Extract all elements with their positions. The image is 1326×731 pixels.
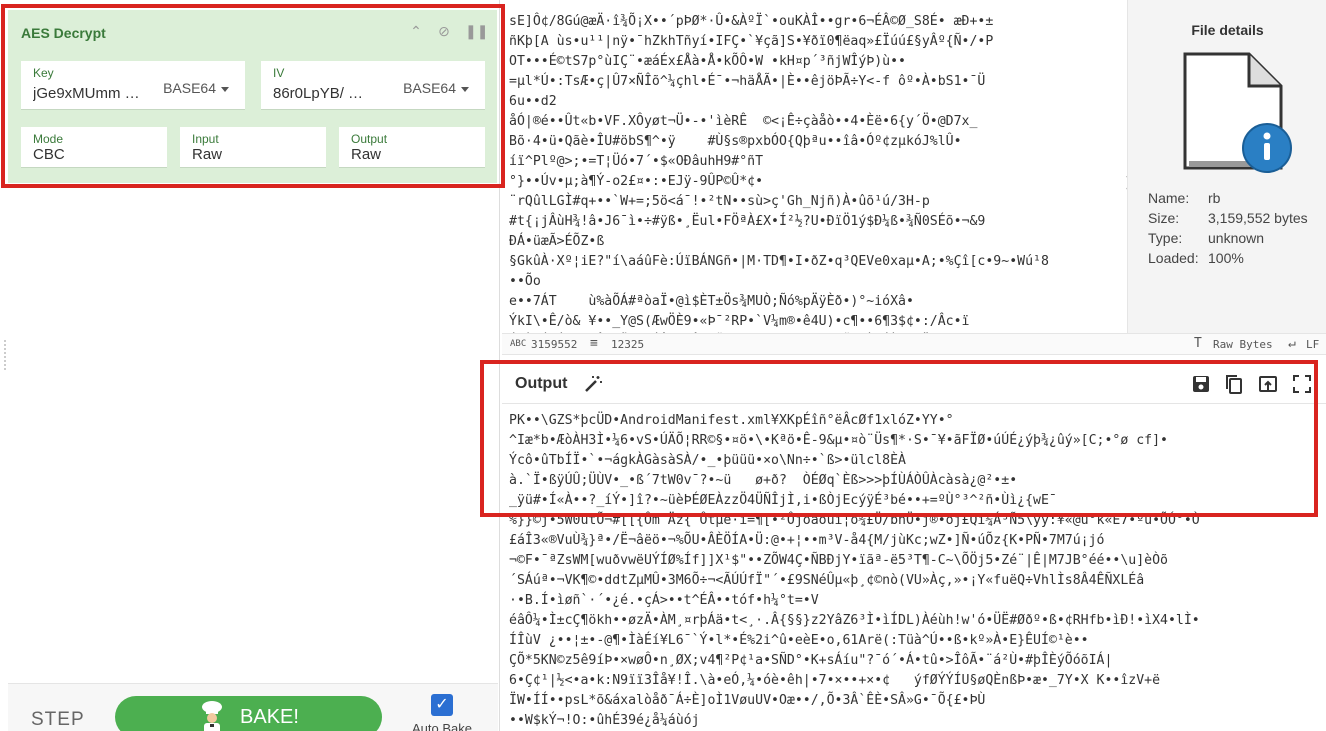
output-line: ••W$kÝ¬!O:•ûhÉ39é¿å¼áùój: [509, 713, 700, 728]
input-line: Bõ·4•ü•Qãè•ÎU#öbS¶^•ÿ #Ù§s®pxbÓO{Qþªu••î…: [509, 134, 962, 149]
text-format-icon[interactable]: T: [1194, 336, 1202, 351]
lines-icon: ≡: [590, 336, 598, 351]
recipe-panel: AES Decrypt ⌃ ⊘ ❚❚ Key jGe9xMUmm … BASE6…: [0, 0, 505, 731]
input-line: °}••Úv•µ;à¶Ý-o2£¤•:•EJÿ-9ÛP©Û*¢•: [509, 174, 764, 189]
input-text[interactable]: sE]Ô¢/8Gú@æÄ·î¾Õ¡X••´pÞØ*·Û•&ÀºÏ`•ouKÀÎ•…: [509, 12, 1049, 333]
input-line: §GkûÀ·Xº¦iE?"í\aáûFè:ÚïBÁNGñ•|M·TD¶•I•ðZ…: [509, 254, 1049, 269]
detail-name: Name: rb: [1148, 190, 1221, 206]
resize-handle[interactable]: [4, 340, 7, 370]
input-line: OT•••É©tS7p°ùIÇ¨•æáÉx£Åà•Å•kÕÔ•W •kH¤p´³…: [509, 54, 906, 69]
return-icon[interactable]: ↵: [1288, 336, 1296, 351]
detail-type: Type: unknown: [1148, 230, 1265, 246]
input-line: ñKþ[A ùs•u¹¹|nÿ•¯hZkhTñyí•IFÇ•`¥çã]S•¥ðï…: [509, 34, 994, 49]
input-line: ¨rQûlLGÌ#q+••`W+=;5ö<á¯!•²tN••sù>ç'Gh_Nj…: [509, 194, 930, 209]
input-line: ÝkI\•Ê/ò& ¥••_Y@S(ÆwÖÈ9•«Þ¯²RP•`V¼m®•ê4U…: [509, 314, 970, 329]
input-lines: 12325: [611, 338, 645, 351]
autobake-checkbox[interactable]: ✓: [431, 694, 453, 716]
bake-button[interactable]: BAKE!: [115, 696, 382, 731]
output-line: ·•B.Í•ìøñ`·´•¿é.•çÁ>••t^ÉÂ••tóf•h¼°t=•V: [509, 593, 819, 608]
input-pane[interactable]: sE]Ô¢/8Gú@æÄ·î¾Õ¡X••´pÞØ*·Û•&ÀºÏ`•ouKÀÎ•…: [502, 0, 1127, 333]
eol-label[interactable]: LF: [1306, 338, 1319, 351]
chef-icon: [202, 701, 223, 731]
output-line: £áÎ3«®VuÙ¾}ª•/Ë¬âëö•¬%ÕU•ÂÈÖÍA•Ü:@•+¦••m…: [509, 533, 1105, 548]
input-status-bar: ABC 3159552 ≡ 12325 T Raw Bytes ↵ LF: [502, 333, 1326, 355]
operation-highlight: [1, 4, 505, 188]
output-line: ÏW•ÍÍ••psL*õ&áxalòåð¯Á÷È]oÌ1VøuUV•Oæ••/,…: [509, 693, 986, 708]
input-line: e••7ÁT ù%àÕÁ#ªòaÏ•@ì$ÈT±Ös¾MUÒ;Ñó%pÄÿÈð•…: [509, 294, 914, 309]
input-line: sE]Ô¢/8Gú@æÄ·î¾Õ¡X••´pÞØ*·Û•&ÀºÏ`•ouKÀÎ•…: [509, 14, 994, 29]
file-details-title: File details: [1191, 22, 1264, 38]
raw-bytes-label[interactable]: Raw Bytes: [1213, 338, 1273, 351]
detail-size: Size: 3,159,552 bytes: [1148, 210, 1308, 226]
output-line: ¬©F•¯ªZsWM[wuðvwëUÝÍØ%Íf]]X¹$"••ZÕW4Ç•ÑB…: [509, 553, 1168, 568]
output-line: ÍÎùV ¿••¦±•-@¶•ÌàÉí¥L6¯`Ý•l*•É%2i^û•eèE•…: [509, 633, 1089, 648]
input-length: 3159552: [531, 338, 578, 351]
output-line: 6•Ç¢¹|½<•a•k:N9ïï3Îå¥!Î.\à•eÓ,¼•óè•êh|•7…: [509, 673, 1161, 688]
output-line: ÇÕ*5KN©z5ê9íÞ•×wøÔ•n¸ØX;v4¶²P¢¹a•SÑD°•K+…: [509, 653, 1113, 668]
file-info-icon: [1183, 52, 1292, 173]
input-line: 6u••d2: [509, 94, 557, 109]
input-line: íï^Plº@>;•=T¦Üó•7´•$«OÐâuhH9#°ñT: [509, 154, 764, 169]
detail-loaded: Loaded: 100%: [1148, 250, 1244, 266]
output-line: ´SÁúª•¬VK¶©•ddtZµMÛ•3M6Õ÷¬<ÃÚÚfÏ"´•£9SNé…: [509, 573, 1145, 588]
bake-label: BAKE!: [240, 705, 299, 728]
file-details-panel: File details Name: rb Size: 3,159,552 byte…: [1127, 0, 1326, 333]
cyberchef-window: AES Decrypt ⌃ ⊘ ❚❚ Key jGe9xMUmm … BASE6…: [0, 0, 1326, 731]
input-line: =µl*Ú•:TsÆ•ç|Û7×ÑÎõ^¼çhl•É¯•¬häÅÃ•|È••êj…: [509, 74, 986, 89]
output-highlight: [480, 360, 1318, 517]
step-button[interactable]: STEP: [31, 709, 85, 731]
input-line: #t{¡jÂùH¾!â•J6¯ì•÷#ÿß•¸Ëul•FÖªÀ£X•Í²½?U•…: [509, 214, 986, 229]
recipe-controls: STEP BAKE! ✓ Auto Bake: [8, 683, 498, 731]
input-line: ••Õo: [509, 274, 541, 289]
input-line: åÓ|®é••Ût«b•VF.XÔyøt¬Ü•-•'ìèRÊ ©<¡Ê÷çàåò…: [509, 114, 978, 129]
input-line: ÐÁ•üæÃ>ÉÕZ•ß: [509, 234, 605, 249]
output-line: éâÔ¼•Ì±cÇ¶ökh••øzÄ•ÀM¸¤rþÁä•t<¸·.Â{§§}z2…: [509, 613, 1200, 628]
autobake-label: Auto Bake: [412, 721, 472, 731]
abc-icon: ABC: [510, 339, 527, 349]
